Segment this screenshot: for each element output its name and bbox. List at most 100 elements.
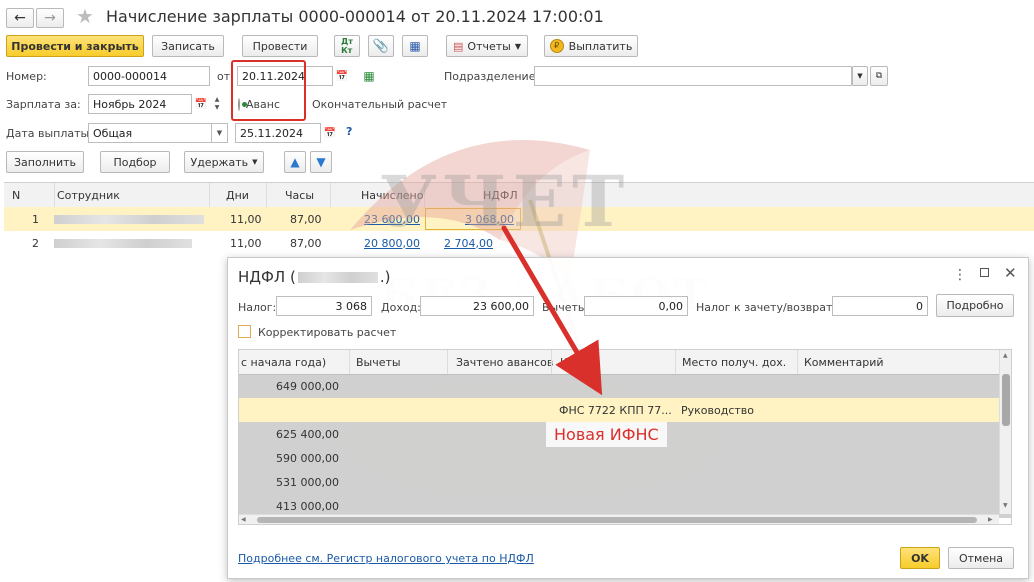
report-icon: ▤: [453, 39, 464, 53]
dialog-title: НДФЛ ( .): [238, 268, 390, 286]
back-button[interactable]: ←: [6, 8, 34, 28]
tax-field[interactable]: 3 068: [276, 296, 372, 316]
table-row[interactable]: 649 000,00: [239, 374, 1011, 398]
income-label: Доход:: [381, 301, 421, 314]
scroll-left-icon[interactable]: ◀: [241, 516, 246, 523]
calendar-icon[interactable]: 📅: [334, 66, 350, 86]
col-n[interactable]: N: [12, 183, 20, 207]
horizontal-scrollbar[interactable]: ◀ ▶: [239, 514, 999, 524]
details-button[interactable]: Подробно: [936, 294, 1014, 317]
vertical-scrollbar[interactable]: ▲ ▼: [999, 350, 1011, 514]
department-field[interactable]: [534, 66, 852, 86]
post-and-close-button[interactable]: Провести и закрыть: [6, 35, 144, 57]
period-calendar-icon[interactable]: 📅: [193, 94, 209, 114]
favorite-star-icon[interactable]: ★: [76, 4, 94, 28]
row-ytd: 649 000,00: [276, 379, 339, 393]
row-days: 11,00: [230, 236, 262, 250]
close-icon[interactable]: ✕: [1004, 264, 1017, 282]
ndfl-dialog: НДФЛ ( .) ⋮ ✕ Налог: 3 068 Доход: 23 600…: [227, 257, 1029, 579]
withhold-label: Удержать: [190, 155, 249, 169]
structure-icon[interactable]: ▦: [402, 35, 428, 57]
col-ytd[interactable]: с начала года): [241, 350, 347, 374]
dt-kt-icon[interactable]: Дт Кт: [334, 35, 360, 57]
withhold-button[interactable]: Удержать ▼: [184, 151, 264, 173]
scroll-thumb[interactable]: [1002, 374, 1010, 426]
scroll-up-icon[interactable]: ▲: [1003, 352, 1008, 359]
row-ndfl[interactable]: 2 704,00: [444, 231, 493, 255]
number-field[interactable]: 0000-000014: [88, 66, 210, 86]
move-up-button[interactable]: ▲: [284, 151, 306, 173]
reports-label: Отчеты: [467, 39, 511, 53]
row-accrued[interactable]: 20 800,00: [364, 231, 420, 255]
pay-button[interactable]: ₽ Выплатить: [544, 35, 638, 57]
col-comment[interactable]: Комментарий: [797, 350, 1004, 374]
pay-date-calendar-icon[interactable]: 📅: [322, 123, 338, 143]
offset-label: Налог к зачету/возврату:: [696, 301, 843, 314]
pay-date-field[interactable]: 25.11.2024: [235, 123, 321, 143]
col-ndfl[interactable]: НДФЛ: [424, 183, 579, 207]
table-row[interactable]: ФНС 7722 КПП 77... Руководство: [239, 398, 1011, 422]
col-employee[interactable]: Сотрудник: [54, 183, 120, 207]
correct-checkbox[interactable]: [238, 325, 251, 338]
department-open-icon[interactable]: ⧉: [870, 66, 888, 86]
correct-label: Корректировать расчет: [258, 326, 397, 339]
hscroll-thumb[interactable]: [257, 517, 977, 523]
row-number: 2: [32, 236, 39, 250]
register-link[interactable]: Подробнее см. Регистр налогового учета п…: [238, 552, 534, 565]
salary-period-field[interactable]: Ноябрь 2024: [88, 94, 192, 114]
table-row[interactable]: 590 000,00: [239, 446, 1011, 470]
offset-field[interactable]: 0: [832, 296, 928, 316]
select-button[interactable]: Подбор: [100, 151, 170, 173]
cancel-button[interactable]: Отмена: [948, 547, 1014, 569]
table-row[interactable]: 531 000,00: [239, 470, 1011, 494]
forward-button[interactable]: →: [36, 8, 64, 28]
row-ifns: ФНС 7722 КПП 77...: [559, 403, 672, 417]
period-stepper-icon[interactable]: ▲ ▼: [211, 94, 223, 114]
pay-date-label: Дата выплаты:: [6, 127, 93, 140]
maximize-icon[interactable]: [980, 268, 989, 277]
employee-name-blurred: [54, 215, 204, 224]
employees-table: N Сотрудник Дни Часы Начислено НДФЛ 1 11…: [4, 182, 1034, 256]
fill-button[interactable]: Заполнить: [6, 151, 84, 173]
highlight-frame: [231, 60, 306, 121]
row-ndfl[interactable]: 3 068,00: [425, 208, 521, 230]
more-menu-icon[interactable]: ⋮: [953, 267, 967, 283]
ok-button[interactable]: OK: [900, 547, 940, 569]
move-down-button[interactable]: ▼: [310, 151, 332, 173]
row-place: Руководство: [681, 403, 755, 417]
col-place[interactable]: Место получ. дох.: [675, 350, 804, 374]
post-button[interactable]: Провести: [242, 35, 318, 57]
attachment-icon[interactable]: 📎: [368, 35, 394, 57]
withhold-dropdown-icon: ▼: [252, 158, 258, 166]
col-advances[interactable]: Зачтено авансов: [447, 350, 562, 374]
scroll-right-icon[interactable]: ▶: [988, 516, 993, 523]
dialog-title-suffix: .): [379, 268, 391, 286]
col-ifns[interactable]: ИФНС: [551, 350, 686, 374]
table-row[interactable]: 2 11,00 87,00 20 800,00 2 704,00: [4, 231, 1034, 255]
annotation-label: Новая ИФНС: [546, 422, 667, 447]
coin-icon: ₽: [549, 39, 564, 53]
from-label: от: [217, 70, 231, 83]
reports-button[interactable]: ▤ Отчеты ▼: [446, 35, 528, 57]
pay-type-select[interactable]: Общая: [88, 123, 212, 143]
help-icon[interactable]: ?: [346, 125, 352, 138]
scroll-down-icon[interactable]: ▼: [1003, 502, 1008, 509]
row-hours: 87,00: [290, 212, 322, 226]
row-ytd: 625 400,00: [276, 427, 339, 441]
employee-name-blurred: [54, 239, 192, 248]
row-ytd: 590 000,00: [276, 451, 339, 465]
income-field[interactable]: 23 600,00: [420, 296, 534, 316]
tax-label: Налог:: [238, 301, 277, 314]
pay-label: Выплатить: [568, 39, 633, 53]
window-title: Начисление зарплаты 0000-000014 от 20.11…: [106, 7, 604, 26]
row-ytd: [239, 398, 339, 422]
date-ok-icon[interactable]: ▦: [360, 67, 378, 85]
pay-type-dropdown-icon[interactable]: ▼: [212, 123, 228, 143]
row-accrued[interactable]: 23 600,00: [364, 207, 420, 231]
col-deductions[interactable]: Вычеты: [349, 350, 454, 374]
table-row[interactable]: 1 11,00 87,00 23 600,00 3 068,00: [4, 207, 1034, 231]
deductions-field[interactable]: 0,00: [584, 296, 688, 316]
department-dropdown-icon[interactable]: ▼: [852, 66, 868, 86]
save-button[interactable]: Записать: [152, 35, 224, 57]
row-ytd: 531 000,00: [276, 475, 339, 489]
